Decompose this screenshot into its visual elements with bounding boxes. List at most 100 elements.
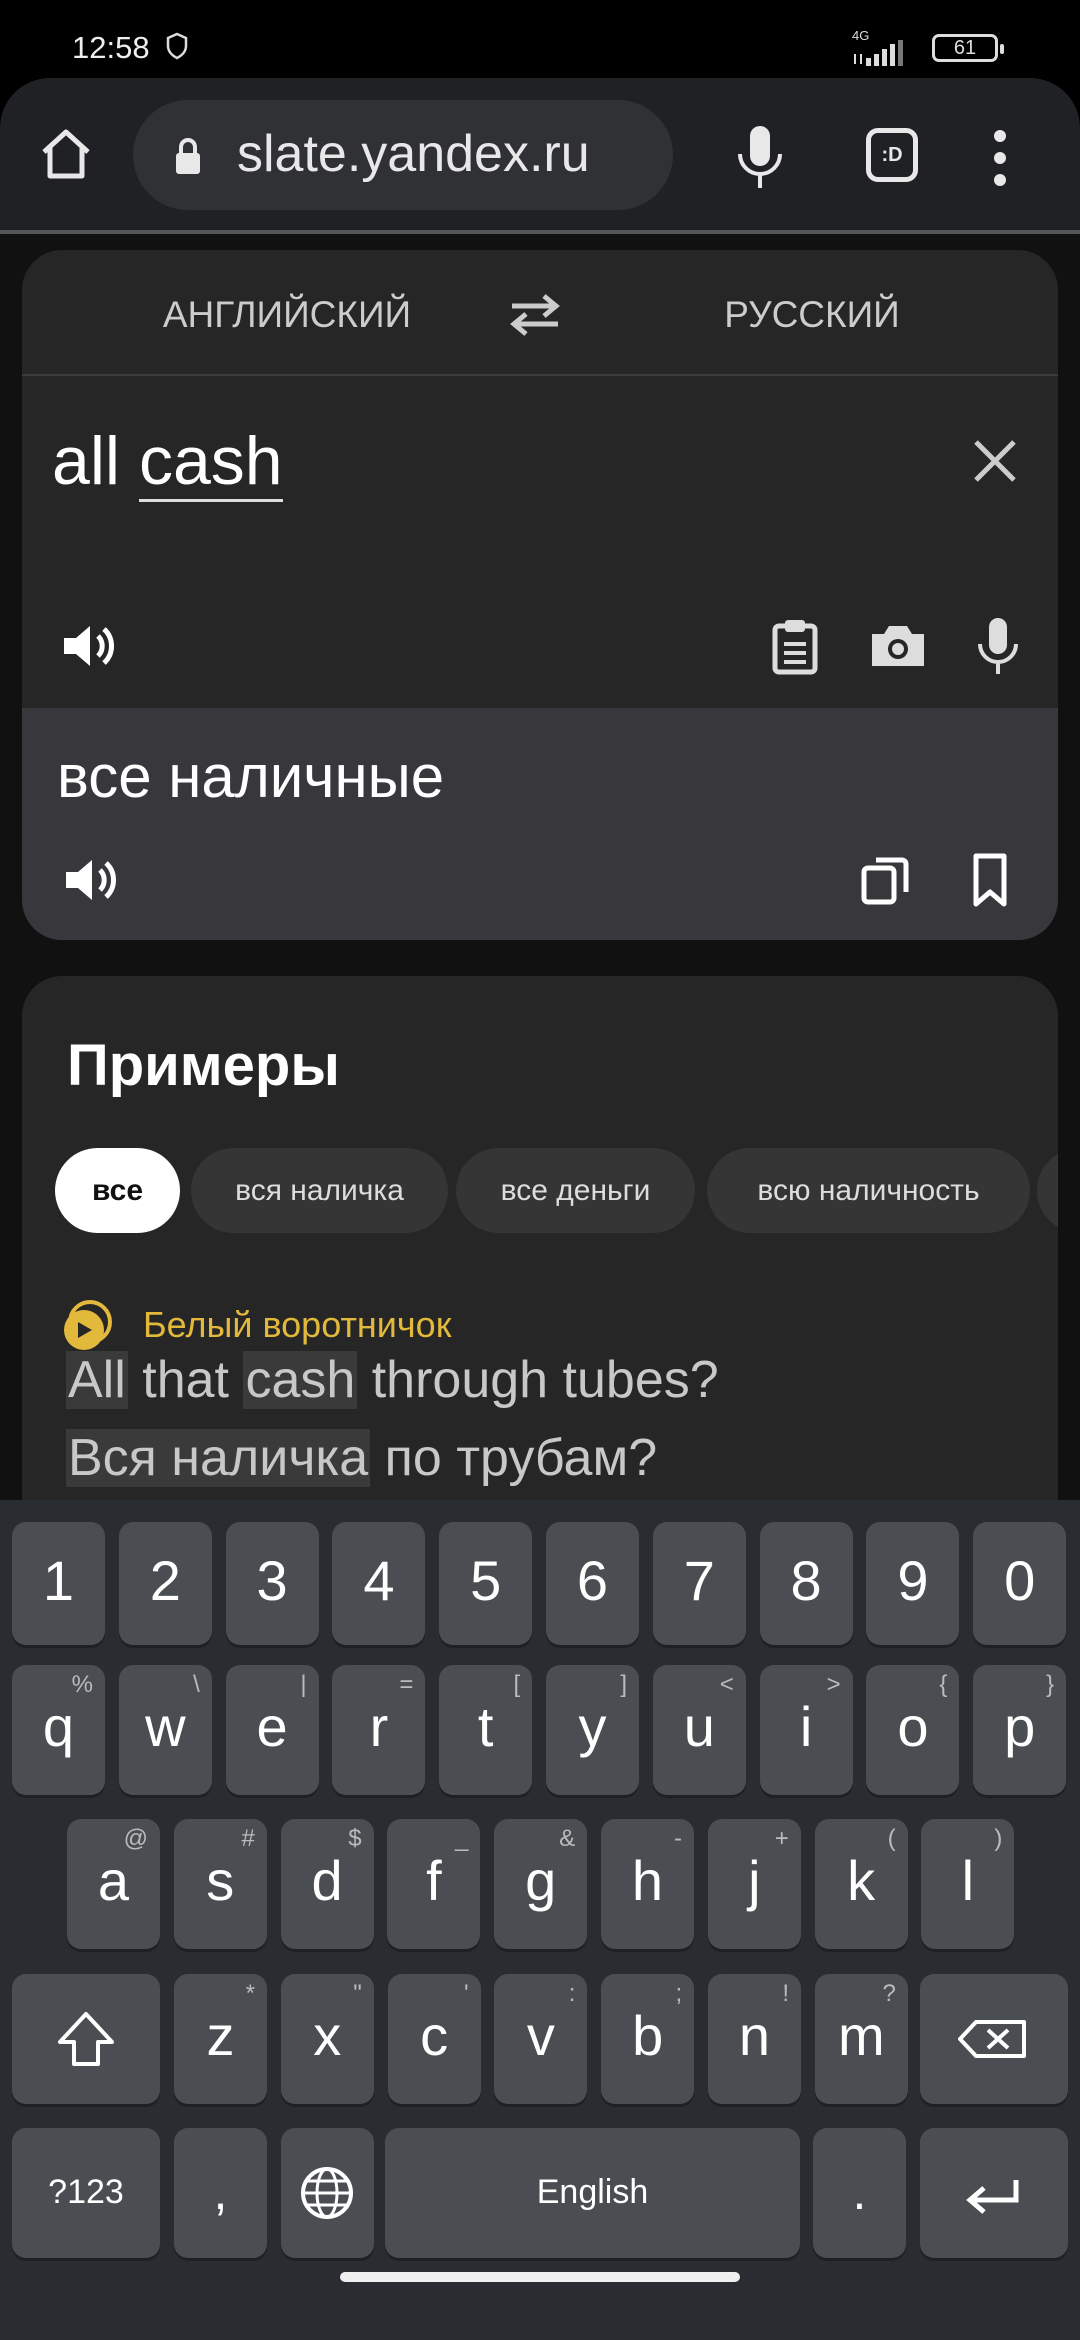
chip-all[interactable]: все [55,1148,180,1233]
sentence-text: по трубам? [370,1429,658,1487]
language-key[interactable] [281,2128,374,2258]
key-p[interactable]: p} [973,1665,1067,1795]
copy-icon[interactable] [856,850,916,910]
key-hint: @ [123,1825,148,1852]
gesture-bar[interactable] [340,2272,740,2282]
microphone-icon[interactable] [730,124,790,190]
bookmark-icon[interactable] [960,850,1020,910]
swap-languages-icon[interactable] [508,290,562,340]
key-2[interactable]: 2 [118,1522,212,1645]
key-8[interactable]: 8 [759,1522,853,1645]
key-x[interactable]: x " [280,1974,374,2104]
key-b[interactable]: b; [601,1974,695,2104]
microphone-icon[interactable] [968,616,1028,676]
key-c[interactable]: c ' [387,1974,481,2104]
key-a[interactable]: a @ [67,1819,160,1949]
key-n[interactable]: n! [708,1974,801,2104]
key-label: English [536,2172,649,2211]
key-q[interactable]: q% [12,1665,105,1795]
key-h[interactable]: h- [601,1819,694,1949]
key-hint: } [1046,1671,1055,1698]
symbols-key[interactable]: ?123 [12,2128,160,2258]
key-m[interactable]: m? [814,1974,908,2104]
enter-key[interactable] [920,2128,1068,2258]
key-label: b [632,2004,664,2067]
key-label: g [525,1849,557,1912]
camera-icon[interactable] [868,616,928,676]
speaker-icon[interactable] [60,616,120,676]
key-hint: = [399,1671,414,1698]
key-1[interactable]: 1 [12,1522,105,1645]
shift-icon [58,2012,114,2066]
key-t[interactable]: t[ [439,1665,533,1795]
key-hint: \ [193,1671,200,1698]
key-g[interactable]: g & [494,1819,588,1949]
key-label: ?123 [48,2172,124,2211]
key-label: e [256,1695,288,1758]
shift-key[interactable] [12,1974,160,2104]
key-hint: ' [464,1980,469,2007]
examples-title: Примеры [67,1033,340,1098]
key-hint: < [719,1671,734,1698]
translator-card: АНГЛИЙСКИЙ РУССКИЙ all cash все наличные [22,250,1058,940]
key-3[interactable]: 3 [225,1522,319,1645]
key-v[interactable]: v: [494,1974,588,2104]
chip[interactable]: все деньги [456,1148,695,1233]
space-key[interactable]: English [385,2128,800,2258]
key-label: v [526,2004,555,2067]
key-9[interactable]: 9 [866,1522,960,1645]
key-hint: + [774,1825,789,1852]
key-7[interactable]: 7 [652,1522,746,1645]
comma-key[interactable]: , [174,2128,267,2258]
backspace-icon [958,2020,1026,2058]
tab-switcher-button[interactable]: :D [866,128,918,182]
more-menu-icon[interactable] [990,128,1010,188]
key-j[interactable]: j + [707,1819,801,1949]
key-d[interactable]: d $ [280,1819,374,1949]
key-hint: ] [620,1671,627,1698]
example-sentence-ru: Вся наличка по трубам? [66,1428,657,1488]
key-label: 2 [149,1548,181,1612]
backspace-key[interactable] [920,1974,1068,2104]
clipboard-icon[interactable] [765,616,825,676]
sentence-text: through tubes? [357,1351,719,1409]
key-k[interactable]: k( [814,1819,908,1949]
address-bar[interactable]: slate.yandex.ru [133,100,673,210]
key-4[interactable]: 4 [332,1522,426,1645]
input-word: all [52,423,121,499]
chip-partial[interactable] [1037,1148,1058,1233]
key-u[interactable]: u < [652,1665,746,1795]
chip[interactable]: вся наличка [191,1148,448,1233]
key-w[interactable]: w \ [118,1665,212,1795]
key-e[interactable]: e | [225,1665,319,1795]
key-hint: ? [882,1980,896,2007]
example-source: Белый воротничок [143,1304,452,1345]
key-o[interactable]: o{ [866,1665,960,1795]
key-i[interactable]: i > [759,1665,853,1795]
web-page: АНГЛИЙСКИЙ РУССКИЙ all cash все наличные… [0,234,1080,1500]
key-label: , [213,2164,228,2220]
chip[interactable]: всю наличность [707,1148,1030,1233]
key-s[interactable]: s # [173,1819,267,1949]
key-hint: > [826,1671,841,1698]
source-language-button[interactable]: АНГЛИЙСКИЙ [137,294,437,336]
globe-icon [301,2167,353,2219]
key-z[interactable]: z * [174,1974,267,2104]
period-key[interactable]: . [813,2128,906,2258]
source-text-input[interactable]: all cash [52,422,283,502]
key-f[interactable]: f _ [387,1819,481,1949]
key-label: s [206,1849,235,1912]
key-5[interactable]: 5 [439,1522,533,1645]
close-icon[interactable] [970,436,1020,486]
signal-icon [854,40,903,66]
key-6[interactable]: 6 [546,1522,639,1645]
key-hint: - [674,1825,682,1852]
speaker-icon[interactable] [62,850,122,910]
key-y[interactable]: y] [546,1665,639,1795]
key-0[interactable]: 0 [973,1522,1067,1645]
target-language-button[interactable]: РУССКИЙ [662,294,962,336]
key-label: w [145,1695,186,1758]
key-l[interactable]: l) [921,1819,1015,1949]
key-r[interactable]: r = [332,1665,426,1795]
home-icon[interactable] [38,126,94,182]
